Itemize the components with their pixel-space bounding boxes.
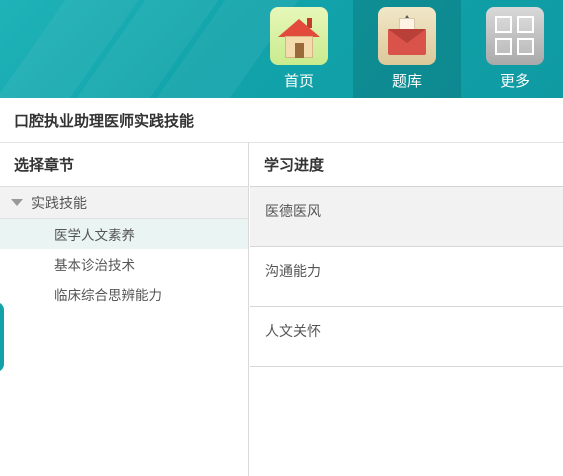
caret-down-icon [11,199,23,206]
progress-item-label: 人文关怀 [265,324,321,340]
page-title: 口腔执业助理医师实践技能 [14,111,195,130]
section-label: 基本诊治技术 [54,258,135,274]
nav-home-button[interactable]: 首页 [245,0,353,98]
top-navigation-bar: 首页 题库 更多 [0,0,563,98]
home-icon [270,7,328,65]
section-item-clinical-reasoning[interactable]: 临床综合思辨能力 [0,279,248,309]
section-item-medical-humanities[interactable]: 医学人文素养 [0,219,248,249]
nav-question-bank-label: 题库 [391,72,422,90]
section-label: 医学人文素养 [54,228,135,244]
nav-more-button[interactable]: 更多 [461,0,563,98]
nav-more-label: 更多 [499,72,530,90]
more-grid-icon [486,7,544,65]
progress-item-label: 沟通能力 [265,264,321,280]
chapter-panel-header: 选择章节 [0,143,248,187]
question-bank-icon [378,7,436,65]
progress-panel: 学习进度 医德医风 沟通能力 人文关怀 [250,143,563,476]
progress-item-humanistic-care[interactable]: 人文关怀 [250,307,563,367]
side-drawer-handle[interactable] [0,302,4,372]
nav-question-bank-button[interactable]: 题库 [353,0,461,98]
page-title-bar: 口腔执业助理医师实践技能 [0,98,563,143]
section-label: 临床综合思辨能力 [54,288,162,304]
progress-panel-header: 学习进度 [250,143,563,187]
progress-item-label: 医德医风 [265,204,321,220]
progress-item-medical-ethics[interactable]: 医德医风 [250,187,563,247]
section-item-basic-diagnosis[interactable]: 基本诊治技术 [0,249,248,279]
nav-home-label: 首页 [283,72,314,90]
chapter-panel: 选择章节 实践技能 医学人文素养 基本诊治技术 临床综合思辨能力 [0,143,249,476]
chapter-label: 实践技能 [31,195,87,212]
progress-item-communication[interactable]: 沟通能力 [250,247,563,307]
chapter-item-practical-skills[interactable]: 实践技能 [0,187,248,219]
